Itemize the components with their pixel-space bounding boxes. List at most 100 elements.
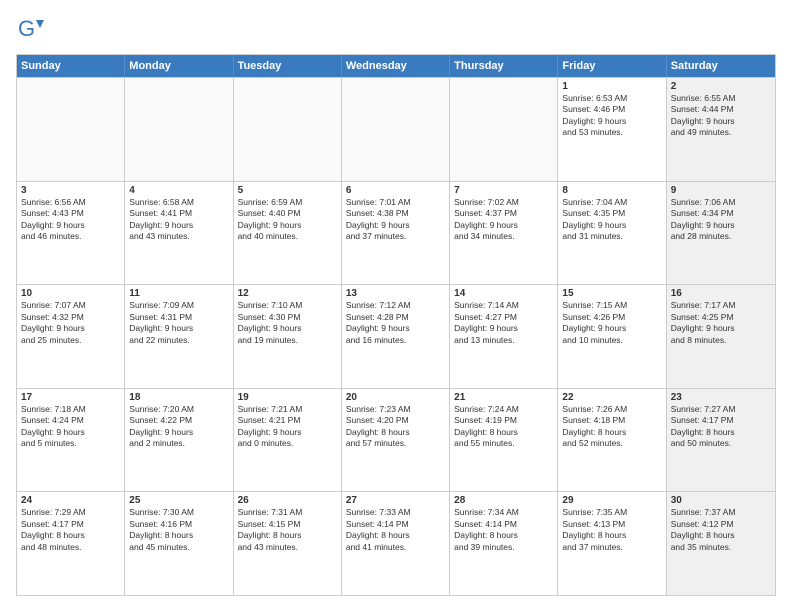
- calendar-cell: 4Sunrise: 6:58 AM Sunset: 4:41 PM Daylig…: [125, 182, 233, 285]
- calendar-cell: 29Sunrise: 7:35 AM Sunset: 4:13 PM Dayli…: [558, 492, 666, 595]
- day-info: Sunrise: 7:34 AM Sunset: 4:14 PM Dayligh…: [454, 507, 553, 553]
- calendar: SundayMondayTuesdayWednesdayThursdayFrid…: [16, 54, 776, 596]
- calendar-cell: 21Sunrise: 7:24 AM Sunset: 4:19 PM Dayli…: [450, 389, 558, 492]
- calendar-cell: 6Sunrise: 7:01 AM Sunset: 4:38 PM Daylig…: [342, 182, 450, 285]
- header-day-saturday: Saturday: [667, 55, 775, 77]
- calendar-week-2: 3Sunrise: 6:56 AM Sunset: 4:43 PM Daylig…: [17, 181, 775, 285]
- day-info: Sunrise: 6:53 AM Sunset: 4:46 PM Dayligh…: [562, 93, 661, 139]
- day-number: 11: [129, 288, 228, 299]
- day-info: Sunrise: 7:15 AM Sunset: 4:26 PM Dayligh…: [562, 300, 661, 346]
- calendar-cell: [342, 78, 450, 181]
- calendar-cell: 10Sunrise: 7:07 AM Sunset: 4:32 PM Dayli…: [17, 285, 125, 388]
- calendar-cell: [450, 78, 558, 181]
- day-info: Sunrise: 7:31 AM Sunset: 4:15 PM Dayligh…: [238, 507, 337, 553]
- day-info: Sunrise: 7:18 AM Sunset: 4:24 PM Dayligh…: [21, 404, 120, 450]
- calendar-week-3: 10Sunrise: 7:07 AM Sunset: 4:32 PM Dayli…: [17, 284, 775, 388]
- day-number: 26: [238, 495, 337, 506]
- day-number: 28: [454, 495, 553, 506]
- day-number: 7: [454, 185, 553, 196]
- day-number: 3: [21, 185, 120, 196]
- day-number: 5: [238, 185, 337, 196]
- calendar-cell: 15Sunrise: 7:15 AM Sunset: 4:26 PM Dayli…: [558, 285, 666, 388]
- calendar-cell: 9Sunrise: 7:06 AM Sunset: 4:34 PM Daylig…: [667, 182, 775, 285]
- day-info: Sunrise: 7:33 AM Sunset: 4:14 PM Dayligh…: [346, 507, 445, 553]
- calendar-week-5: 24Sunrise: 7:29 AM Sunset: 4:17 PM Dayli…: [17, 491, 775, 595]
- day-info: Sunrise: 7:20 AM Sunset: 4:22 PM Dayligh…: [129, 404, 228, 450]
- day-info: Sunrise: 7:12 AM Sunset: 4:28 PM Dayligh…: [346, 300, 445, 346]
- day-number: 24: [21, 495, 120, 506]
- header-day-monday: Monday: [125, 55, 233, 77]
- day-number: 29: [562, 495, 661, 506]
- day-number: 14: [454, 288, 553, 299]
- day-info: Sunrise: 7:02 AM Sunset: 4:37 PM Dayligh…: [454, 197, 553, 243]
- calendar-cell: 12Sunrise: 7:10 AM Sunset: 4:30 PM Dayli…: [234, 285, 342, 388]
- logo-icon: G: [16, 16, 44, 44]
- day-number: 4: [129, 185, 228, 196]
- day-number: 1: [562, 81, 661, 92]
- calendar-week-1: 1Sunrise: 6:53 AM Sunset: 4:46 PM Daylig…: [17, 77, 775, 181]
- day-number: 20: [346, 392, 445, 403]
- day-info: Sunrise: 7:14 AM Sunset: 4:27 PM Dayligh…: [454, 300, 553, 346]
- day-number: 21: [454, 392, 553, 403]
- day-number: 18: [129, 392, 228, 403]
- calendar-cell: 14Sunrise: 7:14 AM Sunset: 4:27 PM Dayli…: [450, 285, 558, 388]
- calendar-cell: [17, 78, 125, 181]
- calendar-cell: 25Sunrise: 7:30 AM Sunset: 4:16 PM Dayli…: [125, 492, 233, 595]
- day-number: 12: [238, 288, 337, 299]
- calendar-cell: 2Sunrise: 6:55 AM Sunset: 4:44 PM Daylig…: [667, 78, 775, 181]
- day-number: 13: [346, 288, 445, 299]
- calendar-cell: 7Sunrise: 7:02 AM Sunset: 4:37 PM Daylig…: [450, 182, 558, 285]
- day-info: Sunrise: 7:23 AM Sunset: 4:20 PM Dayligh…: [346, 404, 445, 450]
- day-info: Sunrise: 7:09 AM Sunset: 4:31 PM Dayligh…: [129, 300, 228, 346]
- header-day-friday: Friday: [558, 55, 666, 77]
- calendar-header: SundayMondayTuesdayWednesdayThursdayFrid…: [17, 55, 775, 77]
- calendar-cell: 24Sunrise: 7:29 AM Sunset: 4:17 PM Dayli…: [17, 492, 125, 595]
- page-header: G: [16, 16, 776, 44]
- day-number: 15: [562, 288, 661, 299]
- day-number: 23: [671, 392, 771, 403]
- day-info: Sunrise: 7:27 AM Sunset: 4:17 PM Dayligh…: [671, 404, 771, 450]
- calendar-cell: 17Sunrise: 7:18 AM Sunset: 4:24 PM Dayli…: [17, 389, 125, 492]
- day-info: Sunrise: 7:29 AM Sunset: 4:17 PM Dayligh…: [21, 507, 120, 553]
- day-info: Sunrise: 7:26 AM Sunset: 4:18 PM Dayligh…: [562, 404, 661, 450]
- day-info: Sunrise: 7:07 AM Sunset: 4:32 PM Dayligh…: [21, 300, 120, 346]
- calendar-cell: 11Sunrise: 7:09 AM Sunset: 4:31 PM Dayli…: [125, 285, 233, 388]
- day-info: Sunrise: 7:37 AM Sunset: 4:12 PM Dayligh…: [671, 507, 771, 553]
- header-day-wednesday: Wednesday: [342, 55, 450, 77]
- logo: G: [16, 16, 48, 44]
- day-info: Sunrise: 7:35 AM Sunset: 4:13 PM Dayligh…: [562, 507, 661, 553]
- calendar-cell: 8Sunrise: 7:04 AM Sunset: 4:35 PM Daylig…: [558, 182, 666, 285]
- day-number: 19: [238, 392, 337, 403]
- svg-text:G: G: [18, 16, 35, 41]
- day-info: Sunrise: 6:56 AM Sunset: 4:43 PM Dayligh…: [21, 197, 120, 243]
- calendar-cell: 27Sunrise: 7:33 AM Sunset: 4:14 PM Dayli…: [342, 492, 450, 595]
- day-info: Sunrise: 7:21 AM Sunset: 4:21 PM Dayligh…: [238, 404, 337, 450]
- calendar-cell: [125, 78, 233, 181]
- calendar-cell: 28Sunrise: 7:34 AM Sunset: 4:14 PM Dayli…: [450, 492, 558, 595]
- calendar-cell: 20Sunrise: 7:23 AM Sunset: 4:20 PM Dayli…: [342, 389, 450, 492]
- day-number: 2: [671, 81, 771, 92]
- header-day-thursday: Thursday: [450, 55, 558, 77]
- calendar-cell: 23Sunrise: 7:27 AM Sunset: 4:17 PM Dayli…: [667, 389, 775, 492]
- header-day-sunday: Sunday: [17, 55, 125, 77]
- calendar-cell: 16Sunrise: 7:17 AM Sunset: 4:25 PM Dayli…: [667, 285, 775, 388]
- day-number: 8: [562, 185, 661, 196]
- calendar-cell: 19Sunrise: 7:21 AM Sunset: 4:21 PM Dayli…: [234, 389, 342, 492]
- calendar-cell: 26Sunrise: 7:31 AM Sunset: 4:15 PM Dayli…: [234, 492, 342, 595]
- calendar-cell: 13Sunrise: 7:12 AM Sunset: 4:28 PM Dayli…: [342, 285, 450, 388]
- calendar-cell: 5Sunrise: 6:59 AM Sunset: 4:40 PM Daylig…: [234, 182, 342, 285]
- day-info: Sunrise: 6:58 AM Sunset: 4:41 PM Dayligh…: [129, 197, 228, 243]
- day-info: Sunrise: 7:04 AM Sunset: 4:35 PM Dayligh…: [562, 197, 661, 243]
- day-number: 27: [346, 495, 445, 506]
- calendar-cell: 3Sunrise: 6:56 AM Sunset: 4:43 PM Daylig…: [17, 182, 125, 285]
- calendar-cell: 30Sunrise: 7:37 AM Sunset: 4:12 PM Dayli…: [667, 492, 775, 595]
- calendar-cell: 1Sunrise: 6:53 AM Sunset: 4:46 PM Daylig…: [558, 78, 666, 181]
- calendar-cell: 22Sunrise: 7:26 AM Sunset: 4:18 PM Dayli…: [558, 389, 666, 492]
- calendar-cell: [234, 78, 342, 181]
- calendar-cell: 18Sunrise: 7:20 AM Sunset: 4:22 PM Dayli…: [125, 389, 233, 492]
- day-number: 16: [671, 288, 771, 299]
- day-info: Sunrise: 7:17 AM Sunset: 4:25 PM Dayligh…: [671, 300, 771, 346]
- day-info: Sunrise: 7:06 AM Sunset: 4:34 PM Dayligh…: [671, 197, 771, 243]
- day-info: Sunrise: 7:24 AM Sunset: 4:19 PM Dayligh…: [454, 404, 553, 450]
- calendar-body: 1Sunrise: 6:53 AM Sunset: 4:46 PM Daylig…: [17, 77, 775, 595]
